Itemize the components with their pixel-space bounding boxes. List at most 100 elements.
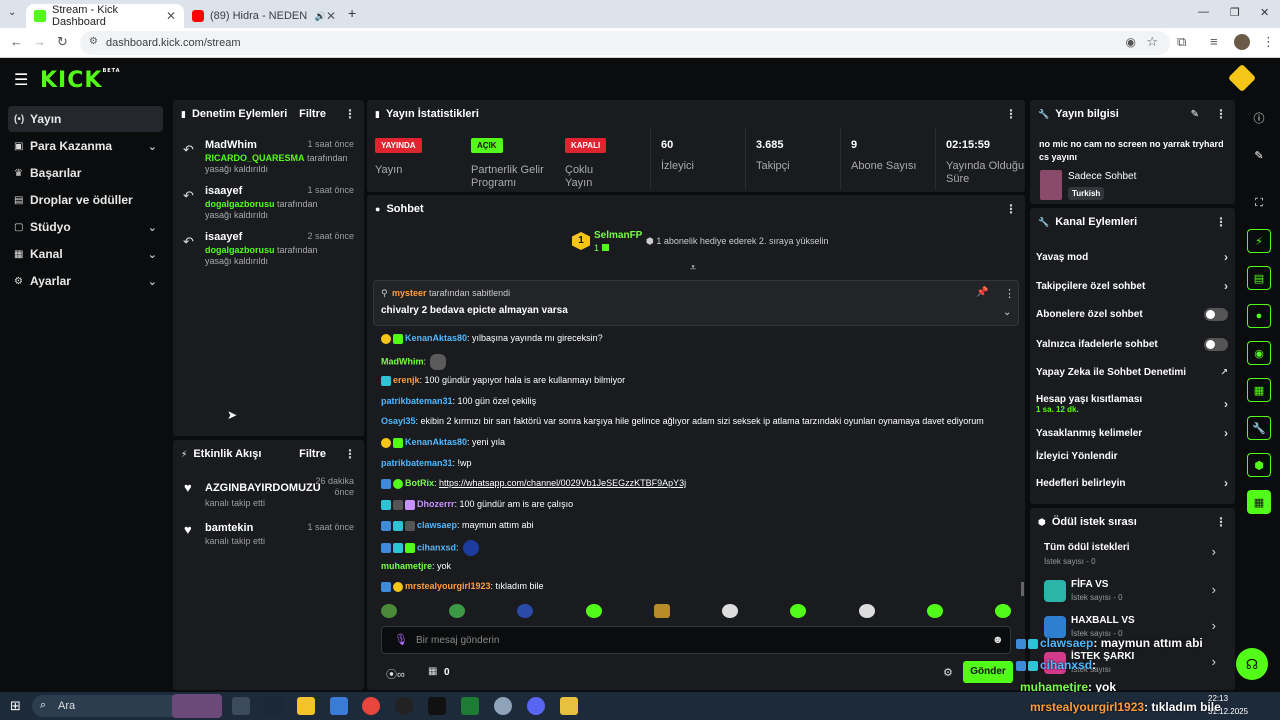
more-options-icon[interactable]: ⋮	[1005, 202, 1017, 216]
address-bar[interactable]: ⚙ dashboard.kick.com/stream ◉ ☆	[80, 31, 1170, 55]
unpin-icon[interactable]: 📌	[976, 287, 988, 298]
close-tab-icon[interactable]: ✕	[326, 9, 336, 23]
steam-icon[interactable]	[264, 697, 282, 715]
task-view-icon[interactable]	[232, 697, 250, 715]
file-explorer-icon[interactable]	[297, 697, 315, 715]
chevron-down-icon[interactable]: ⌄	[1003, 307, 1011, 318]
sidebar-item-studyo[interactable]: ▢ Stüdyo ⌄	[8, 214, 163, 240]
lightning-icon[interactable]: ⚡	[1247, 229, 1271, 253]
notes-icon[interactable]: ▤	[1247, 266, 1271, 290]
chat-input-box[interactable]: 🎙 Bir mesaj gönderin ☻	[381, 626, 1011, 654]
more-options-icon[interactable]: ⋮	[1005, 107, 1017, 121]
chat-bubble-icon[interactable]: ●	[1247, 304, 1271, 328]
more-options-icon[interactable]: ⋮	[344, 107, 356, 121]
chrome-icon[interactable]	[362, 697, 380, 715]
emote-icon[interactable]	[858, 604, 875, 618]
broadcast-icon[interactable]: ◉	[1247, 341, 1271, 365]
chat-scrollbar[interactable]	[1021, 582, 1024, 596]
subscribers-only-toggle[interactable]	[1204, 308, 1228, 321]
chat-username[interactable]: mrstealyourgirl1923	[405, 581, 491, 591]
minimize-icon[interactable]: —	[1198, 6, 1209, 18]
top-gifter-name[interactable]: SelmanFP	[594, 230, 642, 241]
slow-mode-row[interactable]: Yavaş mod ›	[1036, 250, 1228, 264]
emote-icon[interactable]	[994, 604, 1011, 618]
ai-moderation-row[interactable]: Yapay Zeka ile Sohbet Denetimi ↗	[1036, 367, 1228, 378]
account-age-row[interactable]: Hesap yaşı kısıtlaması 1 sa. 12 dk. ›	[1036, 391, 1228, 417]
fullscreen-icon[interactable]: ⛶	[1247, 191, 1271, 215]
mod-user[interactable]: isaayef	[205, 185, 242, 197]
more-options-icon[interactable]: ⋮	[1004, 287, 1015, 300]
goals-row[interactable]: Hedefleri belirleyin ›	[1036, 476, 1228, 490]
more-options-icon[interactable]: ⋮	[344, 447, 356, 461]
more-options-icon[interactable]: ⋮	[1215, 107, 1227, 121]
category-name[interactable]: Sadece Sohbet	[1068, 171, 1136, 182]
emote-icon[interactable]	[585, 604, 602, 618]
reward-item[interactable]: FİFA VS İstek sayısı - 0 ›	[1044, 578, 1224, 606]
chat-username[interactable]: erenjk	[393, 375, 420, 385]
browser-menu-icon[interactable]: ⋮	[1262, 34, 1275, 50]
activity-user[interactable]: AZGINBAYIRDOMUZU	[205, 482, 321, 494]
store-icon[interactable]	[330, 697, 348, 715]
more-options-icon[interactable]: ⋮	[1215, 215, 1227, 229]
tab-list-icon[interactable]: ⌄	[8, 7, 16, 18]
emote-icon[interactable]	[790, 604, 807, 618]
infinity-points-icon[interactable]: ⦿∞	[386, 666, 405, 682]
profile-avatar[interactable]	[1234, 34, 1250, 50]
forward-icon[interactable]: →	[33, 34, 46, 49]
emote-icon[interactable]	[653, 604, 670, 618]
sidebar-item-para-kazanma[interactable]: ▣ Para Kazanma ⌄	[8, 133, 163, 159]
restore-icon[interactable]: ❐	[1230, 6, 1240, 19]
wrench-icon[interactable]: 🔧	[1247, 416, 1271, 440]
chat-username[interactable]: muhametjre	[381, 561, 432, 571]
layout-icon[interactable]: ▦	[1247, 378, 1271, 402]
sidebar-item-ayarlar[interactable]: ⚙ Ayarlar ⌄	[8, 268, 163, 294]
tab-youtube[interactable]: (89) Hidra - NEDEN Mİ İLLE 🔊 ✕	[184, 4, 344, 28]
support-icon[interactable]: ☊	[1236, 648, 1268, 680]
chat-settings-icon[interactable]: ⚙	[943, 666, 953, 679]
discord-icon[interactable]	[527, 697, 545, 715]
chat-username[interactable]: patrikbateman31	[381, 458, 453, 468]
sidebar-item-kanal[interactable]: ▦ Kanal ⌄	[8, 241, 163, 267]
emote-only-toggle[interactable]	[1204, 338, 1228, 351]
chat-username[interactable]: BotRix	[405, 478, 434, 488]
mod-user[interactable]: isaayef	[205, 231, 242, 243]
close-window-icon[interactable]: ✕	[1260, 6, 1269, 19]
more-options-icon[interactable]: ⋮	[1215, 515, 1227, 529]
followers-only-row[interactable]: Takipçilere özel sohbet ›	[1036, 279, 1228, 293]
scroll-down-icon[interactable]: ⩡	[690, 262, 696, 275]
app-icon[interactable]	[560, 697, 578, 715]
windows-start-icon[interactable]: ⊞	[10, 698, 21, 714]
hamburger-menu-icon[interactable]: ☰	[14, 70, 28, 90]
emote-icon[interactable]	[722, 604, 739, 618]
emote-icon[interactable]	[449, 604, 466, 618]
kick-logo[interactable]: KICKBETA	[40, 68, 121, 93]
mod-target[interactable]: dogalgazborusu	[205, 199, 275, 209]
chat-username[interactable]: Osayi35	[381, 416, 416, 426]
app-icon[interactable]	[461, 697, 479, 715]
sidebar-item-droplar[interactable]: ▤ Droplar ve ödüller	[8, 187, 163, 213]
media-icon[interactable]: ≡	[1210, 34, 1218, 49]
send-button[interactable]: Gönder	[963, 661, 1013, 683]
sidebar-item-basarilar[interactable]: ♛ Başarılar	[8, 160, 163, 186]
mod-target[interactable]: dogalgazborusu	[205, 245, 275, 255]
emoji-icon[interactable]: ☻	[992, 634, 1004, 646]
chat-username[interactable]: Dhozerrr	[417, 499, 455, 509]
all-rewards-row[interactable]: Tüm ödül istekleri İstek sayısı - 0 ›	[1044, 542, 1224, 568]
sidebar-item-yayin[interactable]: (•) Yayın	[8, 106, 163, 132]
back-icon[interactable]: ←	[10, 34, 23, 49]
epic-games-icon[interactable]	[428, 697, 446, 715]
chat-username[interactable]: KenanAktas80	[405, 437, 467, 447]
tab-kick-dashboard[interactable]: Stream - Kick Dashboard ✕	[26, 4, 184, 28]
bookmark-star-icon[interactable]: ☆	[1146, 34, 1158, 50]
chat-username[interactable]: patrikbateman31	[381, 396, 453, 406]
category-thumbnail[interactable]	[1040, 170, 1062, 200]
emote-icon[interactable]	[517, 604, 534, 618]
clapper-icon[interactable]: ▦	[1247, 490, 1271, 514]
activity-user[interactable]: bamtekin	[205, 522, 253, 534]
chat-username[interactable]: KenanAktas80	[405, 333, 467, 343]
obs-icon[interactable]	[395, 697, 413, 715]
pinned-by-user[interactable]: mysteer	[392, 288, 427, 298]
info-icon[interactable]: ⓘ	[1247, 106, 1271, 130]
microphone-icon[interactable]: 🎙	[394, 633, 408, 646]
filter-button[interactable]: Filtre	[299, 448, 326, 460]
